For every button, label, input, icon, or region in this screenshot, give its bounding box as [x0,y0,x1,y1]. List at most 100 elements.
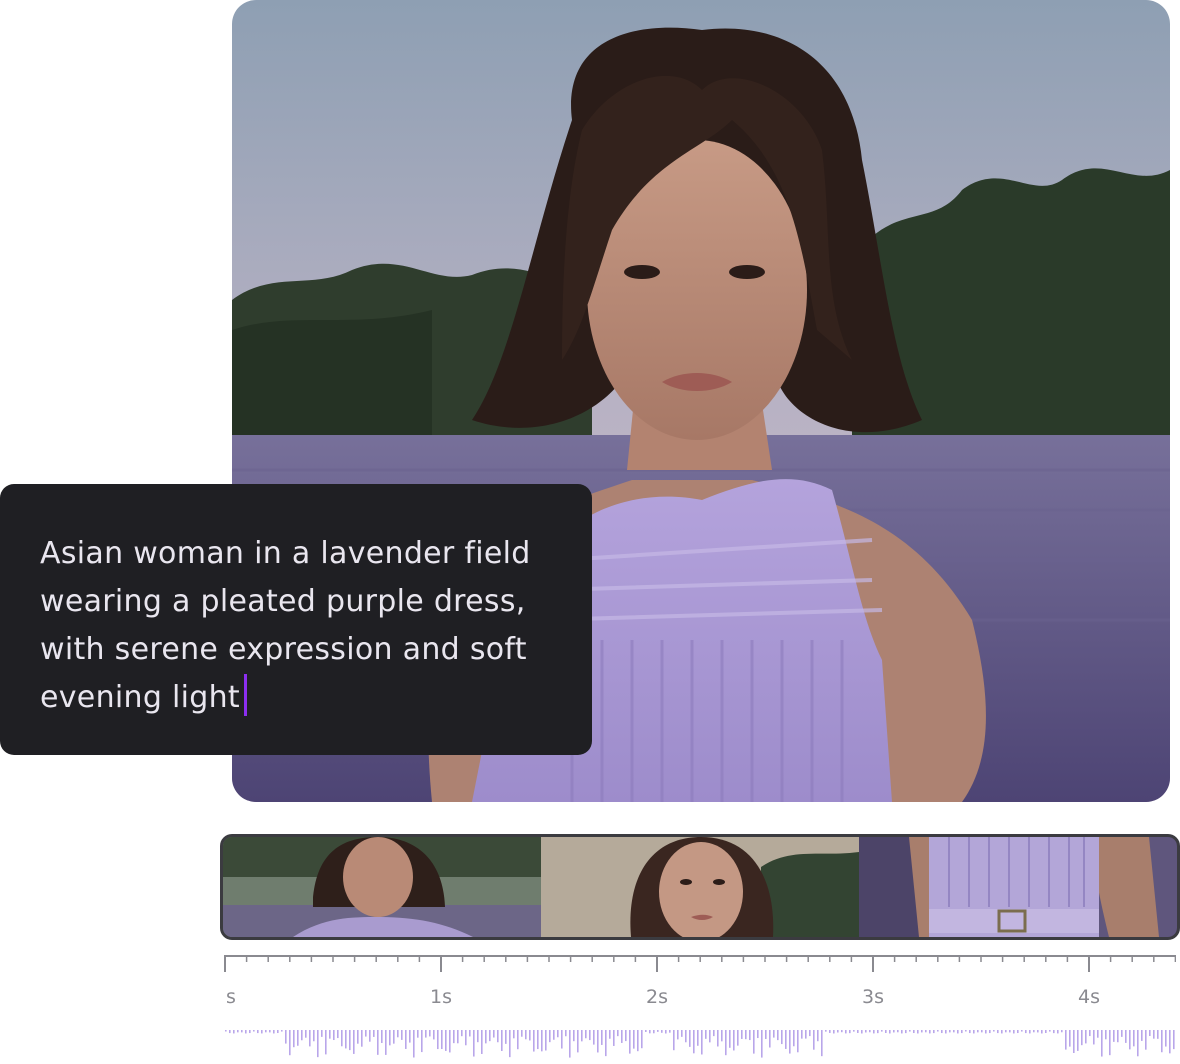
waveform-bar [1005,1030,1007,1033]
waveform-bar [945,1030,947,1034]
waveform-bar [337,1030,339,1039]
prompt-text-input[interactable]: Asian woman in a lavender field wearing … [40,530,552,722]
filmstrip-frame-2[interactable] [541,837,859,937]
prompt-card[interactable]: Asian woman in a lavender field wearing … [0,484,592,755]
waveform-bar [729,1030,731,1048]
waveform-bar [785,1030,787,1049]
waveform-bar [801,1030,803,1039]
filmstrip-frame-1[interactable] [223,837,541,937]
waveform-bar [481,1030,483,1054]
waveform-bar [677,1030,679,1040]
waveform-bar [921,1030,923,1033]
waveform-bar [509,1030,511,1058]
waveform-bar [1173,1030,1175,1050]
waveform-bar [849,1030,851,1034]
waveform-bar [597,1030,599,1053]
waveform-bar [265,1030,267,1033]
waveform-bar [553,1030,555,1040]
waveform-bar [981,1030,983,1033]
ruler-label-2s: 2s [646,986,668,1008]
waveform-bar [665,1030,667,1034]
waveform-bar [685,1030,687,1043]
waveform-bar [461,1030,463,1037]
waveform-bar [997,1030,999,1034]
waveform-bar [237,1030,239,1033]
waveform-bar [893,1030,895,1033]
waveform-bar [869,1030,871,1033]
waveform-bar [269,1030,271,1033]
waveform-bar [1109,1030,1111,1056]
waveform-bar [673,1030,675,1051]
waveform-bar [1141,1030,1143,1041]
waveform-bar [249,1030,251,1034]
waveform-bar [933,1030,935,1034]
waveform-bar [1033,1030,1035,1033]
waveform-bar [713,1030,715,1037]
waveform-bar [377,1030,379,1055]
waveform-bar [585,1030,587,1039]
waveform-bar [405,1030,407,1049]
waveform-bar [301,1030,303,1041]
waveform-bar [1041,1030,1043,1034]
waveform-bar [1061,1030,1063,1033]
waveform-bar [225,1030,227,1032]
waveform-bar [629,1030,631,1054]
waveform-bar [537,1030,539,1050]
waveform-bar [1069,1030,1071,1047]
waveform-bar [841,1030,843,1033]
waveform-bar [973,1030,975,1034]
waveform-bar [757,1030,759,1039]
waveform-bar [833,1030,835,1034]
waveform-bar [977,1030,979,1033]
waveform-bar [365,1030,367,1037]
waveform-bar [1117,1030,1119,1043]
waveform-bar [769,1030,771,1048]
waveform-bar [341,1030,343,1047]
waveform-bar [477,1030,479,1043]
filmstrip-frame-3[interactable] [859,837,1177,937]
waveform-bar [909,1030,911,1032]
waveform-bar [549,1030,551,1043]
waveform-bar [497,1030,499,1043]
audio-waveform[interactable] [224,1024,1176,1064]
waveform-bar [1085,1030,1087,1044]
waveform-bar [245,1030,247,1034]
waveform-bar [913,1030,915,1034]
waveform-bar [421,1030,423,1053]
ruler-label-0s: s [226,986,236,1008]
waveform-bar [517,1030,519,1050]
ruler-ticks [224,955,1176,972]
waveform-bar [697,1030,699,1046]
waveform-bar [993,1030,995,1032]
waveform-bar [401,1030,403,1040]
waveform-bar [637,1030,639,1052]
waveform-bar [617,1030,619,1037]
waveform-bar [749,1030,751,1041]
waveform-bar [1021,1030,1023,1032]
waveform-bar [1049,1030,1051,1032]
video-filmstrip[interactable] [220,834,1180,940]
waveform-bar [1065,1030,1067,1050]
waveform-bar [437,1030,439,1050]
frame-3-image [859,837,1177,937]
waveform-bar [1077,1030,1079,1051]
waveform-bar [961,1030,963,1034]
waveform-bar [577,1030,579,1053]
waveform-bar [541,1030,543,1052]
waveform-bar [901,1030,903,1034]
waveform-bar [313,1030,315,1042]
waveform-bar [889,1030,891,1034]
waveform-bar [529,1030,531,1041]
ruler-label-1s: 1s [430,986,452,1008]
waveform-bar [693,1030,695,1054]
waveform-bar [469,1030,471,1037]
waveform-bar [761,1030,763,1058]
waveform-bar [853,1030,855,1032]
waveform-bar [349,1030,351,1051]
waveform-bar [825,1030,827,1032]
waveform-bar [653,1030,655,1034]
ruler-label-3s: 3s [862,986,884,1008]
waveform-bar [573,1030,575,1042]
waveform-bar [293,1030,295,1048]
timeline-ruler[interactable]: s 1s 2s 3s 4s [224,950,1176,1010]
